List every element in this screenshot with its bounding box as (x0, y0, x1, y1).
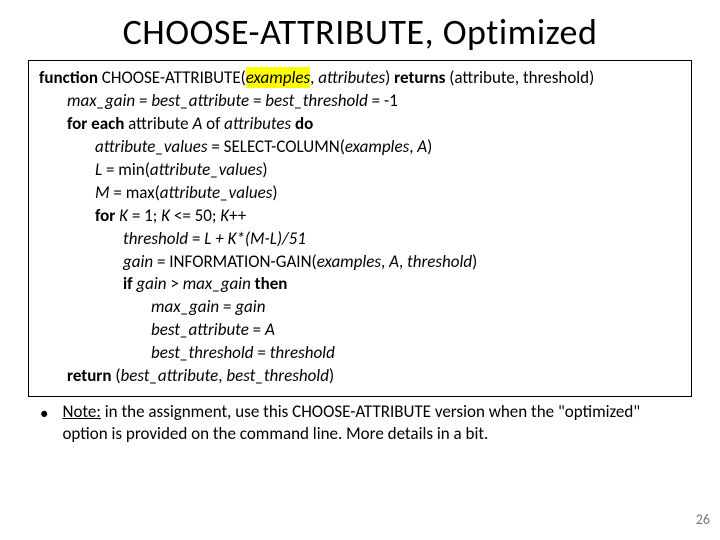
var: A (389, 251, 399, 272)
code-line: best_threshold = threshold (39, 342, 681, 365)
kw-for: for (95, 205, 115, 226)
var: best_threshold (151, 342, 254, 363)
txt: , (310, 67, 318, 88)
var: best_attribute (120, 365, 218, 386)
var: attribute_values (95, 136, 208, 157)
var: max_gain (183, 273, 251, 294)
code-line: for K = 1; K <= 50; K++ (39, 205, 681, 228)
var: best_attribute (151, 319, 249, 340)
var: A (265, 319, 275, 340)
var: examples (345, 136, 409, 157)
code-line: if gain > max_gain then (39, 273, 681, 296)
var: threshold (407, 251, 472, 272)
kw-function: function (39, 67, 98, 88)
txt: ) (329, 365, 334, 386)
var: A (192, 113, 202, 134)
txt: ) (262, 159, 267, 180)
page-number: 26 (696, 511, 710, 528)
code-line: M = max(attribute_values) (39, 182, 681, 205)
note-label: Note: (62, 401, 100, 422)
var: threshold (270, 342, 335, 363)
txt: = min( (102, 159, 150, 180)
code-line: attribute_values = SELECT-COLUMN(example… (39, 136, 681, 159)
txt: ++ (229, 205, 246, 226)
code-line: function CHOOSE-ATTRIBUTE(examples, attr… (39, 67, 681, 90)
code-line: max_gain = best_attribute = best_thresho… (39, 90, 681, 113)
kw-return: return (67, 365, 111, 386)
var: max_gain (151, 296, 219, 317)
txt: , (399, 251, 407, 272)
txt: <= 50; (170, 205, 220, 226)
txt: = SELECT-COLUMN( (208, 136, 345, 157)
txt: ) (272, 182, 277, 203)
var: attribute_values (150, 159, 263, 180)
txt: = (219, 296, 235, 317)
slide: CHOOSE-ATTRIBUTE, Optimized function CHO… (0, 0, 720, 540)
kw-foreach: for each (67, 113, 124, 134)
var: K (220, 205, 229, 226)
var: attribute_values (160, 182, 273, 203)
code-line: max_gain = gain (39, 296, 681, 319)
note-body: in the assignment, use this CHOOSE-ATTRI… (62, 401, 640, 444)
txt: CHOOSE-ATTRIBUTE( (98, 67, 246, 88)
var: M (95, 182, 110, 203)
txt: = (135, 90, 151, 111)
code-line: return (best_attribute, best_threshold) (39, 365, 681, 388)
note-text: Note: in the assignment, use this CHOOSE… (62, 401, 682, 445)
txt: = (254, 342, 270, 363)
code-box: function CHOOSE-ATTRIBUTE(examples, attr… (28, 60, 692, 397)
note-bullet: • Note: in the assignment, use this CHOO… (28, 397, 692, 445)
txt: ) (385, 67, 394, 88)
txt: = INFORMATION-GAIN( (153, 251, 317, 272)
kw-do: do (291, 113, 313, 134)
txt: = 1; (128, 205, 161, 226)
code-line: threshold = L + K*(M-L)/51 (39, 228, 681, 251)
arg: attributes (318, 67, 385, 88)
code-line: gain = INFORMATION-GAIN(examples, A, thr… (39, 251, 681, 274)
var: gain (123, 251, 153, 272)
var: threshold (123, 228, 188, 249)
expr: L + K*(M-L)/51 (204, 228, 306, 249)
txt: > (167, 273, 183, 294)
txt: = (249, 90, 265, 111)
var: K (115, 205, 128, 226)
var: A (417, 136, 427, 157)
var: best_threshold (265, 90, 368, 111)
txt: ) (472, 251, 477, 272)
var: examples (317, 251, 381, 272)
var: attributes (224, 113, 291, 134)
txt: attribute (124, 113, 192, 134)
txt: = max( (110, 182, 160, 203)
kw-returns: returns (394, 67, 445, 88)
slide-title: CHOOSE-ATTRIBUTE, Optimized (28, 10, 692, 54)
txt: = (249, 319, 265, 340)
var: max_gain (67, 90, 135, 111)
txt: of (202, 113, 224, 134)
txt: ) (427, 136, 432, 157)
var: gain (133, 273, 167, 294)
code-line: for each attribute A of attributes do (39, 113, 681, 136)
var: best_threshold (226, 365, 329, 386)
code-line: L = min(attribute_values) (39, 159, 681, 182)
var: K (161, 205, 170, 226)
txt: = (188, 228, 204, 249)
var: gain (235, 296, 265, 317)
kw-if: if (123, 273, 133, 294)
code-line: best_attribute = A (39, 319, 681, 342)
kw-then: then (251, 273, 288, 294)
txt: (attribute, threshold) (445, 67, 594, 88)
txt: , (381, 251, 389, 272)
bullet-icon: • (40, 401, 48, 425)
arg-highlight: examples (246, 67, 310, 88)
txt: = -1 (368, 90, 398, 111)
var: best_attribute (151, 90, 249, 111)
